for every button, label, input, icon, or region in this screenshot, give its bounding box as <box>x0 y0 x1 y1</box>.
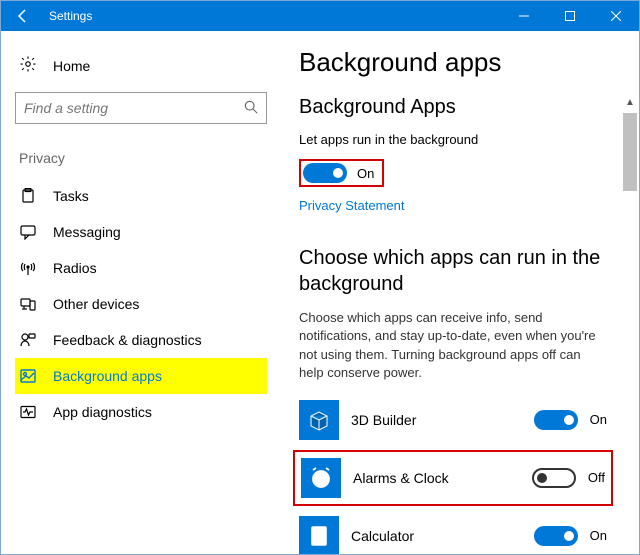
section-description: Choose which apps can receive info, send… <box>299 309 607 382</box>
minimize-button[interactable] <box>501 1 547 31</box>
app-name: Calculator <box>351 528 522 544</box>
sidebar-item-tasks[interactable]: Tasks <box>15 178 267 214</box>
sidebar-item-background-apps[interactable]: Background apps <box>15 358 267 394</box>
master-toggle-state: On <box>357 166 374 181</box>
sidebar-item-label: Messaging <box>53 224 121 240</box>
app-toggle[interactable] <box>534 410 578 430</box>
sidebar-item-other-devices[interactable]: Other devices <box>15 286 267 322</box>
app-toggle-state: On <box>590 412 607 427</box>
3d-builder-icon <box>299 400 339 440</box>
main-panel: Background apps Background Apps Let apps… <box>281 31 639 554</box>
sidebar-item-messaging[interactable]: Messaging <box>15 214 267 250</box>
sidebar-item-label: Feedback & diagnostics <box>53 332 202 348</box>
app-toggle-state: Off <box>588 470 605 485</box>
feedback-icon <box>19 332 37 348</box>
sidebar-item-label: Other devices <box>53 296 139 312</box>
chat-icon <box>19 224 37 240</box>
antenna-icon <box>19 260 37 276</box>
app-row: Alarms & Clock Off <box>293 450 613 506</box>
section-heading: Choose which apps can run in the backgro… <box>299 245 607 297</box>
section-heading: Background Apps <box>299 96 607 119</box>
clipboard-icon <box>19 188 37 204</box>
page-title: Background apps <box>299 47 607 78</box>
alarms-clock-icon <box>301 458 341 498</box>
sidebar-item-feedback[interactable]: Feedback & diagnostics <box>15 322 267 358</box>
home-label: Home <box>53 58 90 74</box>
app-row: 3D Builder On <box>299 392 607 448</box>
section-label: Privacy <box>19 150 267 166</box>
app-row: Calculator On <box>299 508 607 554</box>
sidebar-item-label: Background apps <box>53 368 162 384</box>
diagnostics-icon <box>19 404 37 420</box>
search-box[interactable] <box>15 92 267 124</box>
search-input[interactable] <box>24 100 244 116</box>
master-toggle[interactable] <box>303 163 347 183</box>
back-button[interactable] <box>9 2 37 30</box>
calculator-icon <box>299 516 339 554</box>
close-button[interactable] <box>593 1 639 31</box>
sidebar-item-label: Tasks <box>53 188 89 204</box>
privacy-statement-link[interactable]: Privacy Statement <box>299 198 405 213</box>
sidebar-item-label: App diagnostics <box>53 404 152 420</box>
titlebar: Settings <box>1 1 639 31</box>
app-toggle-state: On <box>590 528 607 543</box>
scroll-up-icon[interactable]: ▲ <box>623 93 637 111</box>
master-toggle-desc: Let apps run in the background <box>299 131 607 149</box>
app-name: Alarms & Clock <box>353 470 520 486</box>
search-icon <box>244 100 258 117</box>
app-name: 3D Builder <box>351 412 522 428</box>
sidebar-item-label: Radios <box>53 260 97 276</box>
app-toggle[interactable] <box>534 526 578 546</box>
sidebar: Home Privacy Tasks Messaging Radio <box>1 31 281 554</box>
window-title: Settings <box>49 9 92 23</box>
app-toggle[interactable] <box>532 468 576 488</box>
scroll-thumb[interactable] <box>623 113 637 191</box>
maximize-button[interactable] <box>547 1 593 31</box>
gear-icon <box>19 55 37 76</box>
scrollbar[interactable]: ▲ <box>621 53 639 554</box>
sidebar-item-app-diagnostics[interactable]: App diagnostics <box>15 394 267 430</box>
sidebar-item-radios[interactable]: Radios <box>15 250 267 286</box>
picture-icon <box>19 368 37 384</box>
home-button[interactable]: Home <box>15 49 267 92</box>
devices-icon <box>19 296 37 312</box>
annotation-box: On <box>299 159 384 187</box>
